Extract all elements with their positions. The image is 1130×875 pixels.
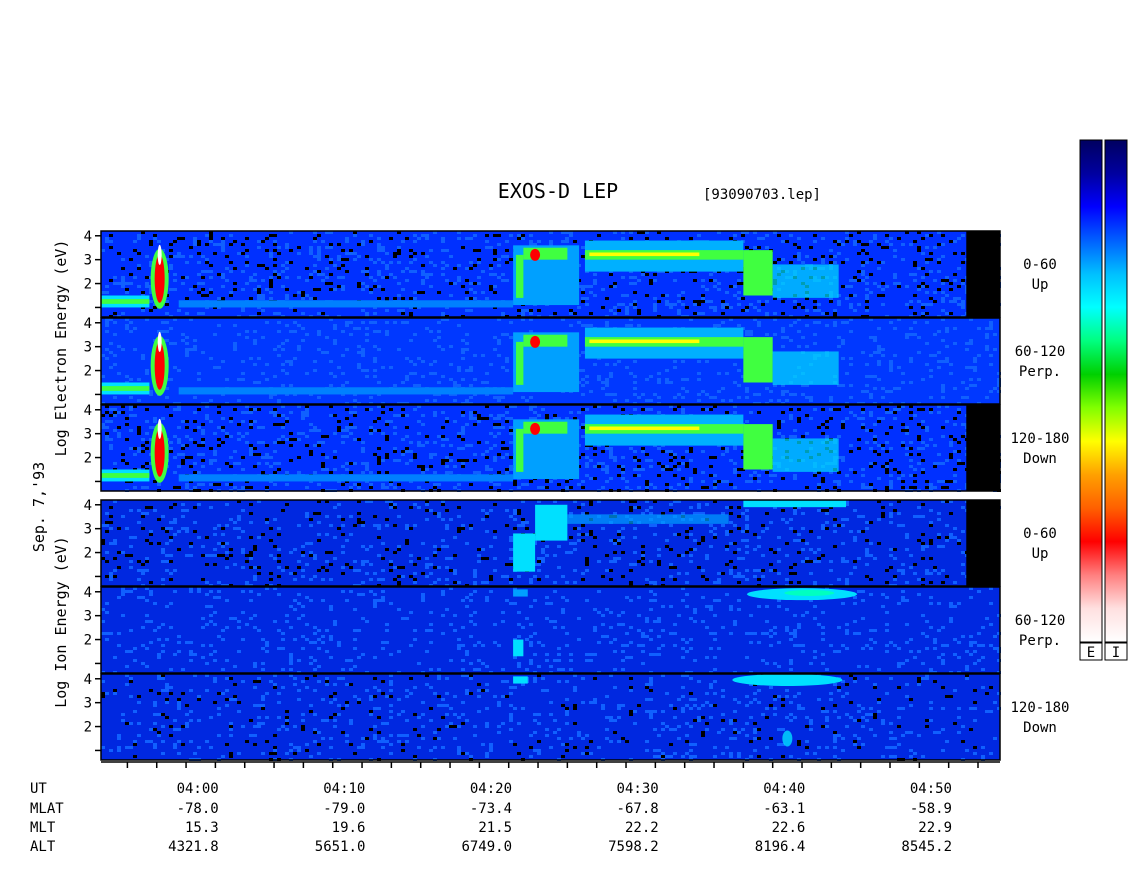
- pitch-angle-direction: Down: [1023, 720, 1057, 736]
- y-tick-label: 2: [84, 451, 92, 467]
- orbit-row-label: ALT: [30, 839, 56, 855]
- orbit-value-alt: 5651.0: [315, 839, 366, 855]
- y-tick-label: 3: [84, 522, 92, 538]
- y-tick-label: 2: [84, 633, 92, 649]
- y-tick-label: 3: [84, 696, 92, 712]
- pitch-angle-range: 60-120: [1015, 613, 1066, 629]
- y-tick-label: 4: [84, 585, 92, 601]
- y-tick-label: 2: [84, 277, 92, 293]
- y-tick-label: 3: [84, 340, 92, 356]
- panel-undefined-2: 2 3 4: [84, 403, 1001, 492]
- orbit-value-ut: 04:40: [763, 781, 805, 797]
- orbit-value-ut: 04:50: [910, 781, 952, 797]
- color-bars: E I: [1079, 139, 1128, 661]
- y-tick-label: 4: [84, 672, 92, 688]
- pitch-angle-direction: Perp.: [1019, 364, 1061, 380]
- date-label: Sep. 7,'93: [30, 462, 48, 552]
- y-tick-label: 3: [84, 253, 92, 269]
- pitch-angle-direction: Down: [1023, 451, 1057, 467]
- y-tick-label: 4: [84, 229, 92, 245]
- orbit-value-mlat: -73.4: [470, 801, 512, 817]
- y-tick-label: 2: [84, 364, 92, 380]
- orbit-value-mlat: -63.1: [763, 801, 805, 817]
- orbit-row-label: MLAT: [30, 801, 64, 817]
- orbit-value-ut: 04:20: [470, 781, 512, 797]
- orbit-value-alt: 8196.4: [755, 839, 806, 855]
- orbit-value-mlt: 21.5: [478, 820, 512, 836]
- orbit-value-alt: 8545.2: [901, 839, 952, 855]
- electron-axis-label: Log Electron Energy (eV): [52, 240, 70, 457]
- orbit-value-mlat: -58.9: [910, 801, 952, 817]
- y-tick-label: 4: [84, 316, 92, 332]
- file-name: [93090703.lep]: [703, 187, 821, 203]
- panel-undefined-4: 2 3 4: [84, 585, 1001, 674]
- pitch-angle-labels: 0-60 Up 60-120 Perp. 120-180 Down 0-60 Up 60-120…: [1010, 257, 1069, 736]
- orbit-value-mlt: 15.3: [185, 820, 219, 836]
- orbit-value-alt: 4321.8: [168, 839, 219, 855]
- panel-undefined-5: 2 3 4: [84, 672, 1001, 761]
- orbit-value-mlt: 22.2: [625, 820, 659, 836]
- colorbar-label-ion: I: [1112, 645, 1120, 661]
- panel-undefined-1: 2 3 4: [84, 316, 1001, 405]
- ion-axis-label: Log Ion Energy (eV): [52, 536, 70, 708]
- pitch-angle-range: 0-60: [1023, 257, 1057, 273]
- orbit-value-mlat: -78.0: [177, 801, 219, 817]
- orbit-value-ut: 04:30: [617, 781, 659, 797]
- y-tick-label: 3: [84, 427, 92, 443]
- orbit-value-mlat: -79.0: [323, 801, 365, 817]
- chart-title: EXOS-D LEP: [498, 179, 618, 203]
- pitch-angle-range: 120-180: [1010, 700, 1069, 716]
- panel-undefined-3: 2 3 4: [84, 498, 1001, 587]
- colorbar-ion: [1104, 139, 1128, 643]
- y-tick-label: 2: [84, 720, 92, 736]
- orbit-table: UT MLAT MLT ALT 04:00 -78.0 15.3 4321.8 04:10 -79…: [30, 781, 952, 855]
- orbit-value-alt: 7598.2: [608, 839, 659, 855]
- orbit-value-mlat: -67.8: [617, 801, 659, 817]
- pitch-angle-range: 0-60: [1023, 526, 1057, 542]
- pitch-angle-direction: Up: [1032, 546, 1049, 562]
- panel-undefined-0: 2 3 4: [84, 229, 1001, 318]
- y-tick-label: 4: [84, 403, 92, 419]
- pitch-angle-direction: Up: [1032, 277, 1049, 293]
- y-tick-label: 2: [84, 546, 92, 562]
- y-tick-label: 3: [84, 609, 92, 625]
- colorbar-electron: [1079, 139, 1103, 643]
- pitch-angle-direction: Perp.: [1019, 633, 1061, 649]
- orbit-value-ut: 04:00: [177, 781, 219, 797]
- orbit-row-label: UT: [30, 781, 47, 797]
- orbit-value-mlt: 22.9: [918, 820, 952, 836]
- spectrogram-panels: 2 3 4 2 3 4 2 3 4 2 3 4 2 3 4 2 3 4: [84, 229, 1001, 761]
- orbit-value-mlt: 19.6: [332, 820, 366, 836]
- orbit-value-mlt: 22.6: [772, 820, 806, 836]
- orbit-value-alt: 6749.0: [461, 839, 512, 855]
- orbit-row-label: MLT: [30, 820, 56, 836]
- colorbar-label-electron: E: [1087, 645, 1095, 661]
- y-tick-label: 4: [84, 498, 92, 514]
- pitch-angle-range: 60-120: [1015, 344, 1066, 360]
- orbit-value-ut: 04:10: [323, 781, 365, 797]
- pitch-angle-range: 120-180: [1010, 431, 1069, 447]
- x-axis: [101, 761, 1000, 768]
